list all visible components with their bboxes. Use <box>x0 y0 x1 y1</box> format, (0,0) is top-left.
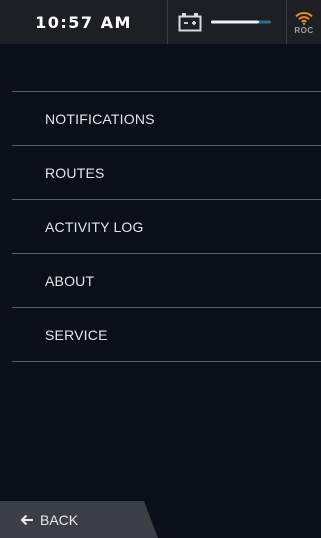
wifi-icon <box>295 11 313 25</box>
menu-item-service[interactable]: SERVICE <box>12 308 321 362</box>
menu-item-label: ROUTES <box>45 164 105 181</box>
back-label: BACK <box>40 511 79 528</box>
status-bar: 10:57 AM ROC <box>0 0 321 44</box>
arrow-left-icon <box>20 514 34 526</box>
back-button[interactable]: BACK <box>0 501 158 538</box>
roc-connection: ROC <box>287 0 321 44</box>
roc-label: ROC <box>294 26 314 35</box>
settings-menu: NOTIFICATIONS ROUTES ACTIVITY LOG ABOUT … <box>12 91 321 362</box>
battery-level-bar <box>211 19 271 25</box>
battery-indicator <box>168 0 286 44</box>
menu-item-about[interactable]: ABOUT <box>12 254 321 308</box>
status-time: 10:57 AM <box>35 12 132 32</box>
menu-item-routes[interactable]: ROUTES <box>12 146 321 200</box>
screen: 10:57 AM ROC NOTIFICATIONS ROUTES ACTIVI… <box>0 0 321 538</box>
menu-item-activity-log[interactable]: ACTIVITY LOG <box>12 200 321 254</box>
menu-item-label: SERVICE <box>45 326 108 343</box>
menu-item-notifications[interactable]: NOTIFICATIONS <box>12 92 321 146</box>
menu-item-label: ABOUT <box>45 272 95 289</box>
battery-icon <box>178 12 202 32</box>
menu-item-label: NOTIFICATIONS <box>45 110 155 127</box>
menu-item-label: ACTIVITY LOG <box>45 218 144 235</box>
